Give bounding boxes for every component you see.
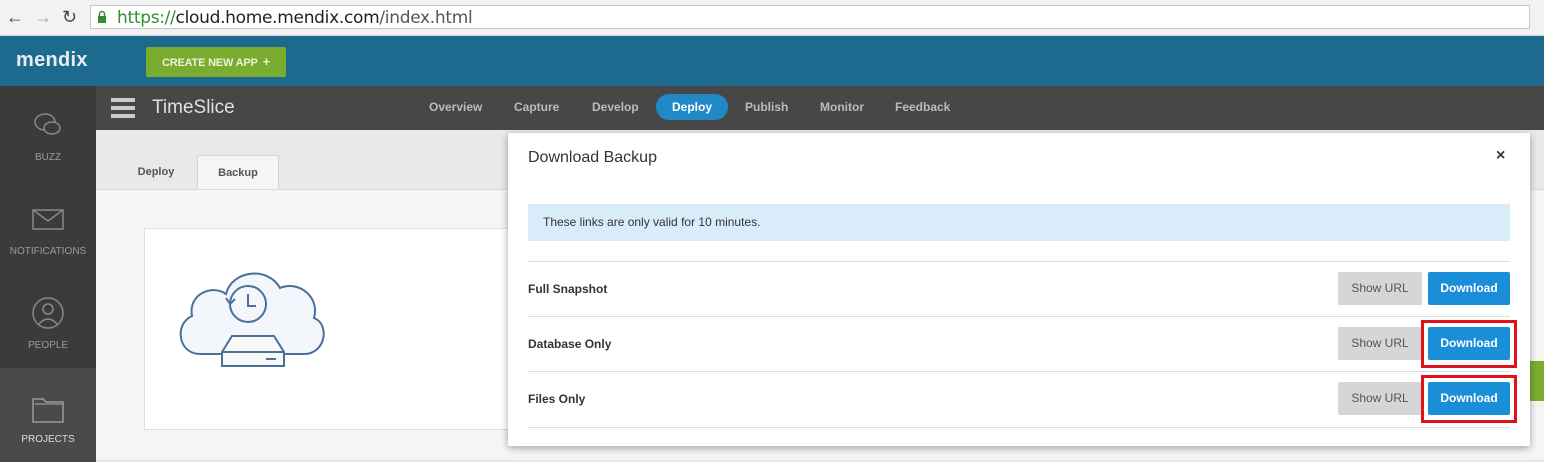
rail-item-people[interactable]: PEOPLE [0, 274, 96, 368]
rail-item-notifications[interactable]: NOTIFICATIONS [0, 180, 96, 274]
download-backup-modal: Download Backup × These links are only v… [508, 133, 1530, 446]
tab-capture[interactable]: Capture [514, 100, 559, 114]
rail-label-notifications: NOTIFICATIONS [9, 246, 87, 257]
plus-icon: + [262, 54, 271, 69]
app-header: TimeSlice Overview Capture Develop Deplo… [96, 86, 1544, 130]
tab-feedback[interactable]: Feedback [895, 100, 950, 114]
rail-label-projects: PROJECTS [21, 434, 75, 445]
url-host: cloud.home.mendix.com [175, 8, 380, 28]
row-label: Files Only [528, 392, 586, 406]
download-button[interactable]: Download [1428, 272, 1510, 305]
row-label: Full Snapshot [528, 282, 608, 296]
show-url-button[interactable]: Show URL [1338, 327, 1422, 360]
show-url-button[interactable]: Show URL [1338, 272, 1422, 305]
rail-item-buzz[interactable]: BUZZ [0, 86, 96, 180]
side-green-tab[interactable] [1530, 361, 1544, 401]
backup-row-database-only: Database Only Show URL Download [528, 316, 1517, 372]
address-bar[interactable]: https://cloud.home.mendix.com/index.html [90, 5, 1530, 29]
app-name: TimeSlice [152, 97, 235, 118]
row-label: Database Only [528, 337, 612, 351]
rail-label-people: PEOPLE [27, 340, 69, 351]
forward-icon[interactable]: → [34, 6, 52, 28]
highlight-box [1421, 320, 1517, 368]
cloud-backup-icon [179, 272, 325, 367]
browser-toolbar: ← → ↻ https://cloud.home.mendix.com/inde… [0, 0, 1544, 36]
lock-icon [98, 10, 106, 23]
show-url-button[interactable]: Show URL [1338, 382, 1422, 415]
create-new-app-button[interactable]: CREATE NEW APP + [146, 47, 286, 77]
backup-row-files-only: Files Only Show URL Download [528, 371, 1517, 428]
modal-title: Download Backup [528, 149, 657, 166]
folder-icon [32, 398, 64, 423]
logo[interactable]: mendix [16, 49, 88, 72]
tab-develop[interactable]: Develop [592, 100, 639, 114]
chat-icon [34, 113, 61, 135]
tab-publish[interactable]: Publish [745, 100, 788, 114]
info-message: These links are only valid for 10 minute… [528, 204, 1510, 241]
highlight-box [1421, 375, 1517, 423]
tab-monitor[interactable]: Monitor [820, 100, 864, 114]
reload-icon[interactable]: ↻ [62, 6, 77, 28]
rail-item-projects[interactable]: PROJECTS [0, 368, 96, 462]
url-scheme: https:// [117, 8, 176, 28]
create-new-app-label: CREATE NEW APP [162, 57, 258, 69]
close-icon[interactable]: × [1496, 147, 1505, 165]
subtab-backup[interactable]: Backup [197, 155, 279, 189]
backup-row-full-snapshot: Full Snapshot Show URL Download [528, 261, 1510, 317]
menu-icon[interactable] [111, 98, 135, 118]
subtab-deploy[interactable]: Deploy [116, 155, 196, 189]
envelope-icon [32, 209, 64, 230]
url-text: https://cloud.home.mendix.com/index.html [117, 8, 473, 28]
back-icon[interactable]: ← [6, 6, 24, 28]
tab-deploy[interactable]: Deploy [656, 94, 729, 120]
backup-card [144, 228, 566, 430]
url-path: /index.html [379, 8, 473, 28]
tab-overview[interactable]: Overview [429, 100, 482, 114]
rail-label-buzz: BUZZ [34, 152, 62, 163]
left-rail: BUZZ NOTIFICATIONS PEOPLE PROJECTS [0, 86, 96, 462]
person-icon [32, 297, 64, 329]
top-bar: mendix CREATE NEW APP + [0, 36, 1544, 86]
